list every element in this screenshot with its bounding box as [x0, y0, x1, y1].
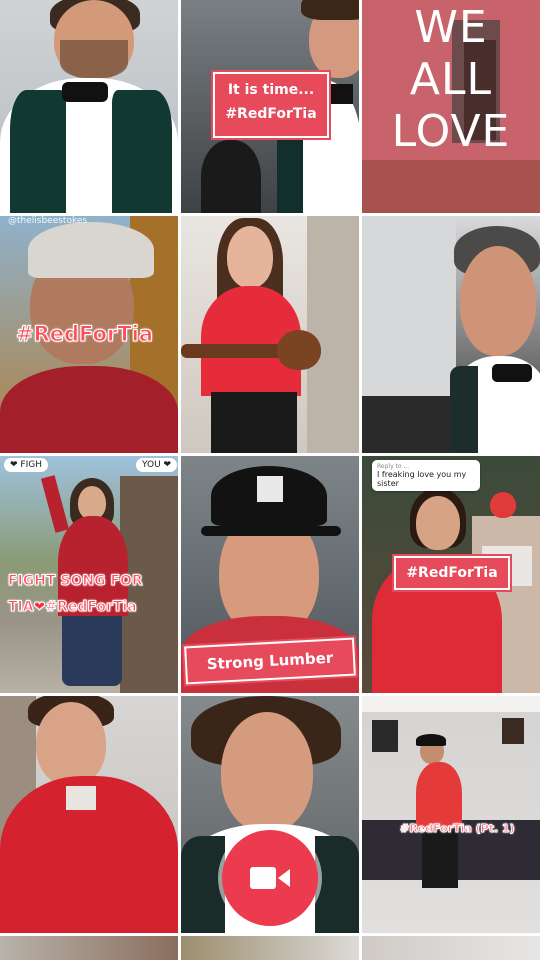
caption-redfortia-2: #RedForTia [394, 556, 510, 590]
video-tile-partial-3[interactable] [362, 936, 540, 960]
video-tile-partial-2[interactable] [181, 936, 359, 960]
video-tile-strong-lumber[interactable]: Strong Lumber [181, 456, 359, 693]
video-camera-icon [250, 867, 290, 889]
video-tile-red-hoodie[interactable] [0, 696, 178, 933]
caption-it-is-time: It is time... #RedForTia [213, 72, 329, 138]
record-video-button[interactable] [222, 830, 318, 926]
video-grid: It is time... #RedForTia WE ALL LOVE @th… [0, 0, 540, 960]
caption-fight-song: FIGHT SONG FOR TIA❤#RedForTia [8, 573, 144, 616]
video-tile-red-for-tia-sister[interactable]: Reply to ... I freaking love you my sist… [362, 456, 540, 693]
caption-redfortia-pt1: #RedForTia (Pt. 1) [400, 822, 516, 836]
sticker-fight: ❤ FIGH [4, 458, 48, 472]
video-tile-fight-song[interactable]: ❤ FIGH YOU ❤ FIGHT SONG FOR TIA❤#RedForT… [0, 456, 178, 693]
video-tile-tuxedo-man-2[interactable] [362, 216, 540, 453]
sticker-you: YOU ❤ [136, 458, 178, 472]
video-tile-it-is-time[interactable]: It is time... #RedForTia [181, 0, 359, 213]
user-handle: @thelisbeestokes [8, 216, 88, 226]
caption-redfortia: #RedForTia [15, 322, 154, 347]
video-tile-dancing-man[interactable]: #RedForTia (Pt. 1) [362, 696, 540, 933]
video-tile-cap-man[interactable]: @thelisbeestokes #RedForTia [0, 216, 178, 453]
video-tile-tuxedo-man-1[interactable] [0, 0, 178, 213]
video-tile-ukulele-woman[interactable] [181, 216, 359, 453]
video-tile-partial-1[interactable] [0, 936, 178, 960]
video-tile-we-all-love[interactable]: WE ALL LOVE [362, 0, 540, 213]
heart-icon: ❤ [33, 599, 46, 616]
caption-we-all-love: WE ALL LOVE [391, 2, 511, 157]
reply-bubble: Reply to ... I freaking love you my sist… [372, 460, 480, 491]
